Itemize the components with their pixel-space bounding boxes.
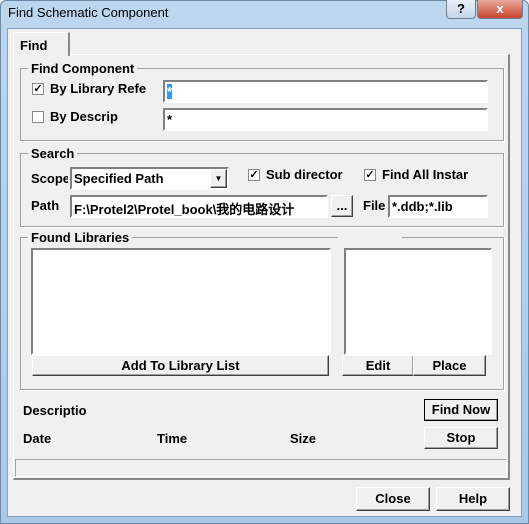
- path-input[interactable]: F:\Protel2\Protel_book\我的电路设计: [70, 195, 328, 218]
- place-button[interactable]: Place: [413, 355, 486, 376]
- description-label: Descriptio: [23, 403, 87, 418]
- close-button[interactable]: Close: [356, 487, 430, 511]
- group-border-gap: [338, 234, 402, 240]
- sub-directories-checkbox[interactable]: ✓: [248, 169, 260, 181]
- found-libraries-label: Found Libraries: [28, 230, 133, 245]
- add-to-library-list-button[interactable]: Add To Library List: [32, 355, 329, 376]
- find-all-instances-checkbox[interactable]: ✓: [364, 169, 376, 181]
- help-button[interactable]: Help: [436, 487, 510, 511]
- status-bar: [15, 459, 507, 477]
- by-description-checkbox[interactable]: [32, 111, 44, 123]
- by-library-ref-label: By Library Refe: [50, 81, 147, 96]
- by-library-ref-checkbox[interactable]: ✓: [32, 83, 44, 95]
- time-label: Time: [157, 431, 188, 446]
- search-label: Search: [28, 146, 78, 161]
- file-mask-input[interactable]: *.ddb;*.lib: [388, 195, 488, 218]
- library-ref-input[interactable]: *: [163, 80, 488, 103]
- scope-select[interactable]: Specified Path: [70, 167, 229, 190]
- path-label: Path: [31, 198, 60, 213]
- edit-button[interactable]: Edit: [342, 355, 414, 376]
- find-now-button[interactable]: Find Now: [424, 399, 498, 421]
- date-label: Date: [23, 431, 52, 446]
- tab-find[interactable]: Find: [13, 32, 70, 56]
- size-label: Size: [290, 431, 317, 446]
- components-list[interactable]: [344, 248, 492, 355]
- find-all-instances-label: Find All Instar: [382, 167, 469, 182]
- description-input[interactable]: *: [163, 108, 488, 131]
- browse-button[interactable]: ...: [331, 195, 353, 217]
- chevron-down-icon[interactable]: ▼: [210, 169, 227, 188]
- find-component-label: Find Component: [28, 61, 138, 76]
- window-title: Find Schematic Component: [8, 5, 169, 20]
- by-description-label: By Descrip: [50, 109, 118, 124]
- help-title-button[interactable]: ?: [446, 0, 476, 19]
- close-window-button[interactable]: x: [477, 0, 523, 19]
- sub-directories-label: Sub director: [266, 167, 343, 182]
- file-label: File: [363, 198, 385, 213]
- stop-button[interactable]: Stop: [424, 427, 498, 449]
- scope-label: Scope: [31, 171, 68, 186]
- libraries-list[interactable]: [31, 248, 331, 355]
